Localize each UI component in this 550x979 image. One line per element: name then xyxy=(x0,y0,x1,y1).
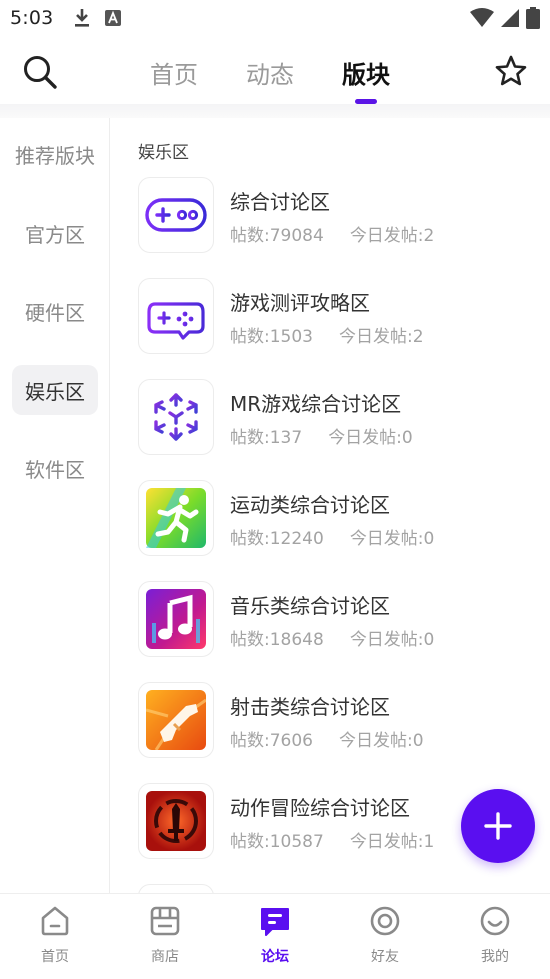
forum-item[interactable]: MR游戏综合讨论区 帖数:137 今日发帖:0 xyxy=(138,379,538,457)
forum-item[interactable]: 游戏测评攻略区 帖数:1503 今日发帖:2 xyxy=(138,278,538,356)
forum-stats: 帖数:7606 今日发帖:0 xyxy=(230,726,424,751)
today-posts: 今日发帖:0 xyxy=(349,529,435,549)
today-posts: 今日发帖:2 xyxy=(339,327,424,347)
nav-tabs: 首页 动态 版块 xyxy=(150,40,390,104)
forum-name: 综合讨论区 xyxy=(230,190,330,214)
post-count: 帖数:1503 xyxy=(230,327,313,347)
forum-icon xyxy=(261,908,289,936)
bottom-nav-label: 好友 xyxy=(371,949,399,965)
post-count: 帖数:7606 xyxy=(230,731,313,751)
section-title: 娱乐区 xyxy=(138,143,189,163)
today-posts: 今日发帖:2 xyxy=(349,226,435,246)
bottom-nav-me[interactable]: 我的 xyxy=(440,894,550,979)
music-note-icon xyxy=(138,581,214,657)
download-icon xyxy=(75,9,90,27)
today-posts: 今日发帖:0 xyxy=(328,428,413,448)
search-icon[interactable] xyxy=(22,54,58,90)
smiley-icon xyxy=(480,906,510,936)
sidebar-item-recommended[interactable]: 推荐版块 xyxy=(12,129,98,179)
today-posts: 今日发帖:1 xyxy=(349,832,435,852)
forum-stats: 帖数:79084 今日发帖:2 xyxy=(230,221,434,246)
forum-stats: 帖数:1503 今日发帖:2 xyxy=(230,322,424,347)
forum-name: MR游戏综合讨论区 xyxy=(230,392,402,416)
bottom-nav-label: 商店 xyxy=(151,949,179,965)
plus-icon xyxy=(484,812,512,840)
font-a-icon xyxy=(105,10,122,26)
gamepad-icon xyxy=(138,177,214,253)
runner-icon xyxy=(138,480,214,556)
bottom-nav-label: 论坛 xyxy=(261,949,289,965)
status-time: 5:03 xyxy=(10,7,54,29)
sidebar-item-hardware[interactable]: 硬件区 xyxy=(12,286,98,336)
forum-name: 运动类综合讨论区 xyxy=(230,493,390,517)
star-icon[interactable] xyxy=(494,54,528,88)
friends-icon xyxy=(370,906,400,936)
sword-icon xyxy=(138,783,214,859)
forum-item[interactable]: 综合讨论区 帖数:79084 今日发帖:2 xyxy=(138,177,538,255)
forum-name: 游戏测评攻略区 xyxy=(230,291,370,315)
post-count: 帖数:12240 xyxy=(230,529,324,549)
gun-icon xyxy=(138,682,214,758)
home-icon xyxy=(41,906,69,936)
store-icon xyxy=(150,906,180,936)
controller-icon xyxy=(138,278,214,354)
add-post-button[interactable] xyxy=(461,789,535,863)
bottom-nav-forum[interactable]: 论坛 xyxy=(220,894,330,979)
top-nav: 首页 动态 版块 xyxy=(0,40,550,104)
signal-icon xyxy=(501,9,519,27)
post-count: 帖数:18648 xyxy=(230,630,324,650)
forum-stats: 帖数:10587 今日发帖:1 xyxy=(230,827,434,852)
tab-home[interactable]: 首页 xyxy=(150,55,198,90)
status-bar: 5:03 xyxy=(0,0,550,36)
sidebar-item-software[interactable]: 软件区 xyxy=(12,443,98,493)
nav-divider xyxy=(0,104,550,118)
sidebar-item-entertainment[interactable]: 娱乐区 xyxy=(12,365,98,415)
post-count: 帖数:137 xyxy=(230,428,303,448)
forum-stats: 帖数:137 今日发帖:0 xyxy=(230,423,413,448)
forum-item[interactable]: 音乐类综合讨论区 帖数:18648 今日发帖:0 xyxy=(138,581,538,659)
forum-item[interactable]: 射击类综合讨论区 帖数:7606 今日发帖:0 xyxy=(138,682,538,760)
forum-stats: 帖数:12240 今日发帖:0 xyxy=(230,524,434,549)
forum-name: 动作冒险综合讨论区 xyxy=(230,796,410,820)
forum-item[interactable]: 运动类综合讨论区 帖数:12240 今日发帖:0 xyxy=(138,480,538,558)
forum-list: 娱乐区 综合讨论区 帖数:79084 今日发帖:2 游戏测评攻略区 帖数:150… xyxy=(110,118,550,894)
wifi-icon xyxy=(470,8,494,27)
today-posts: 今日发帖:0 xyxy=(349,630,435,650)
forum-stats: 帖数:18648 今日发帖:0 xyxy=(230,625,434,650)
bottom-nav-label: 首页 xyxy=(41,949,69,965)
today-posts: 今日发帖:0 xyxy=(339,731,424,751)
sidebar: 推荐版块 官方区 硬件区 娱乐区 软件区 xyxy=(0,118,110,894)
tab-sections[interactable]: 版块 xyxy=(342,55,390,90)
bottom-nav: 首页 商店 论坛 好友 我的 xyxy=(0,893,550,979)
post-count: 帖数:79084 xyxy=(230,226,324,246)
bottom-nav-label: 我的 xyxy=(481,949,509,965)
mr-arrows-icon xyxy=(138,379,214,455)
post-count: 帖数:10587 xyxy=(230,832,324,852)
sidebar-item-official[interactable]: 官方区 xyxy=(12,208,98,258)
battery-icon xyxy=(526,7,540,29)
bottom-nav-home[interactable]: 首页 xyxy=(0,894,110,979)
bottom-nav-store[interactable]: 商店 xyxy=(110,894,220,979)
forum-name: 音乐类综合讨论区 xyxy=(230,594,390,618)
forum-name: 射击类综合讨论区 xyxy=(230,695,390,719)
bottom-nav-friends[interactable]: 好友 xyxy=(330,894,440,979)
tab-feed[interactable]: 动态 xyxy=(246,55,294,90)
